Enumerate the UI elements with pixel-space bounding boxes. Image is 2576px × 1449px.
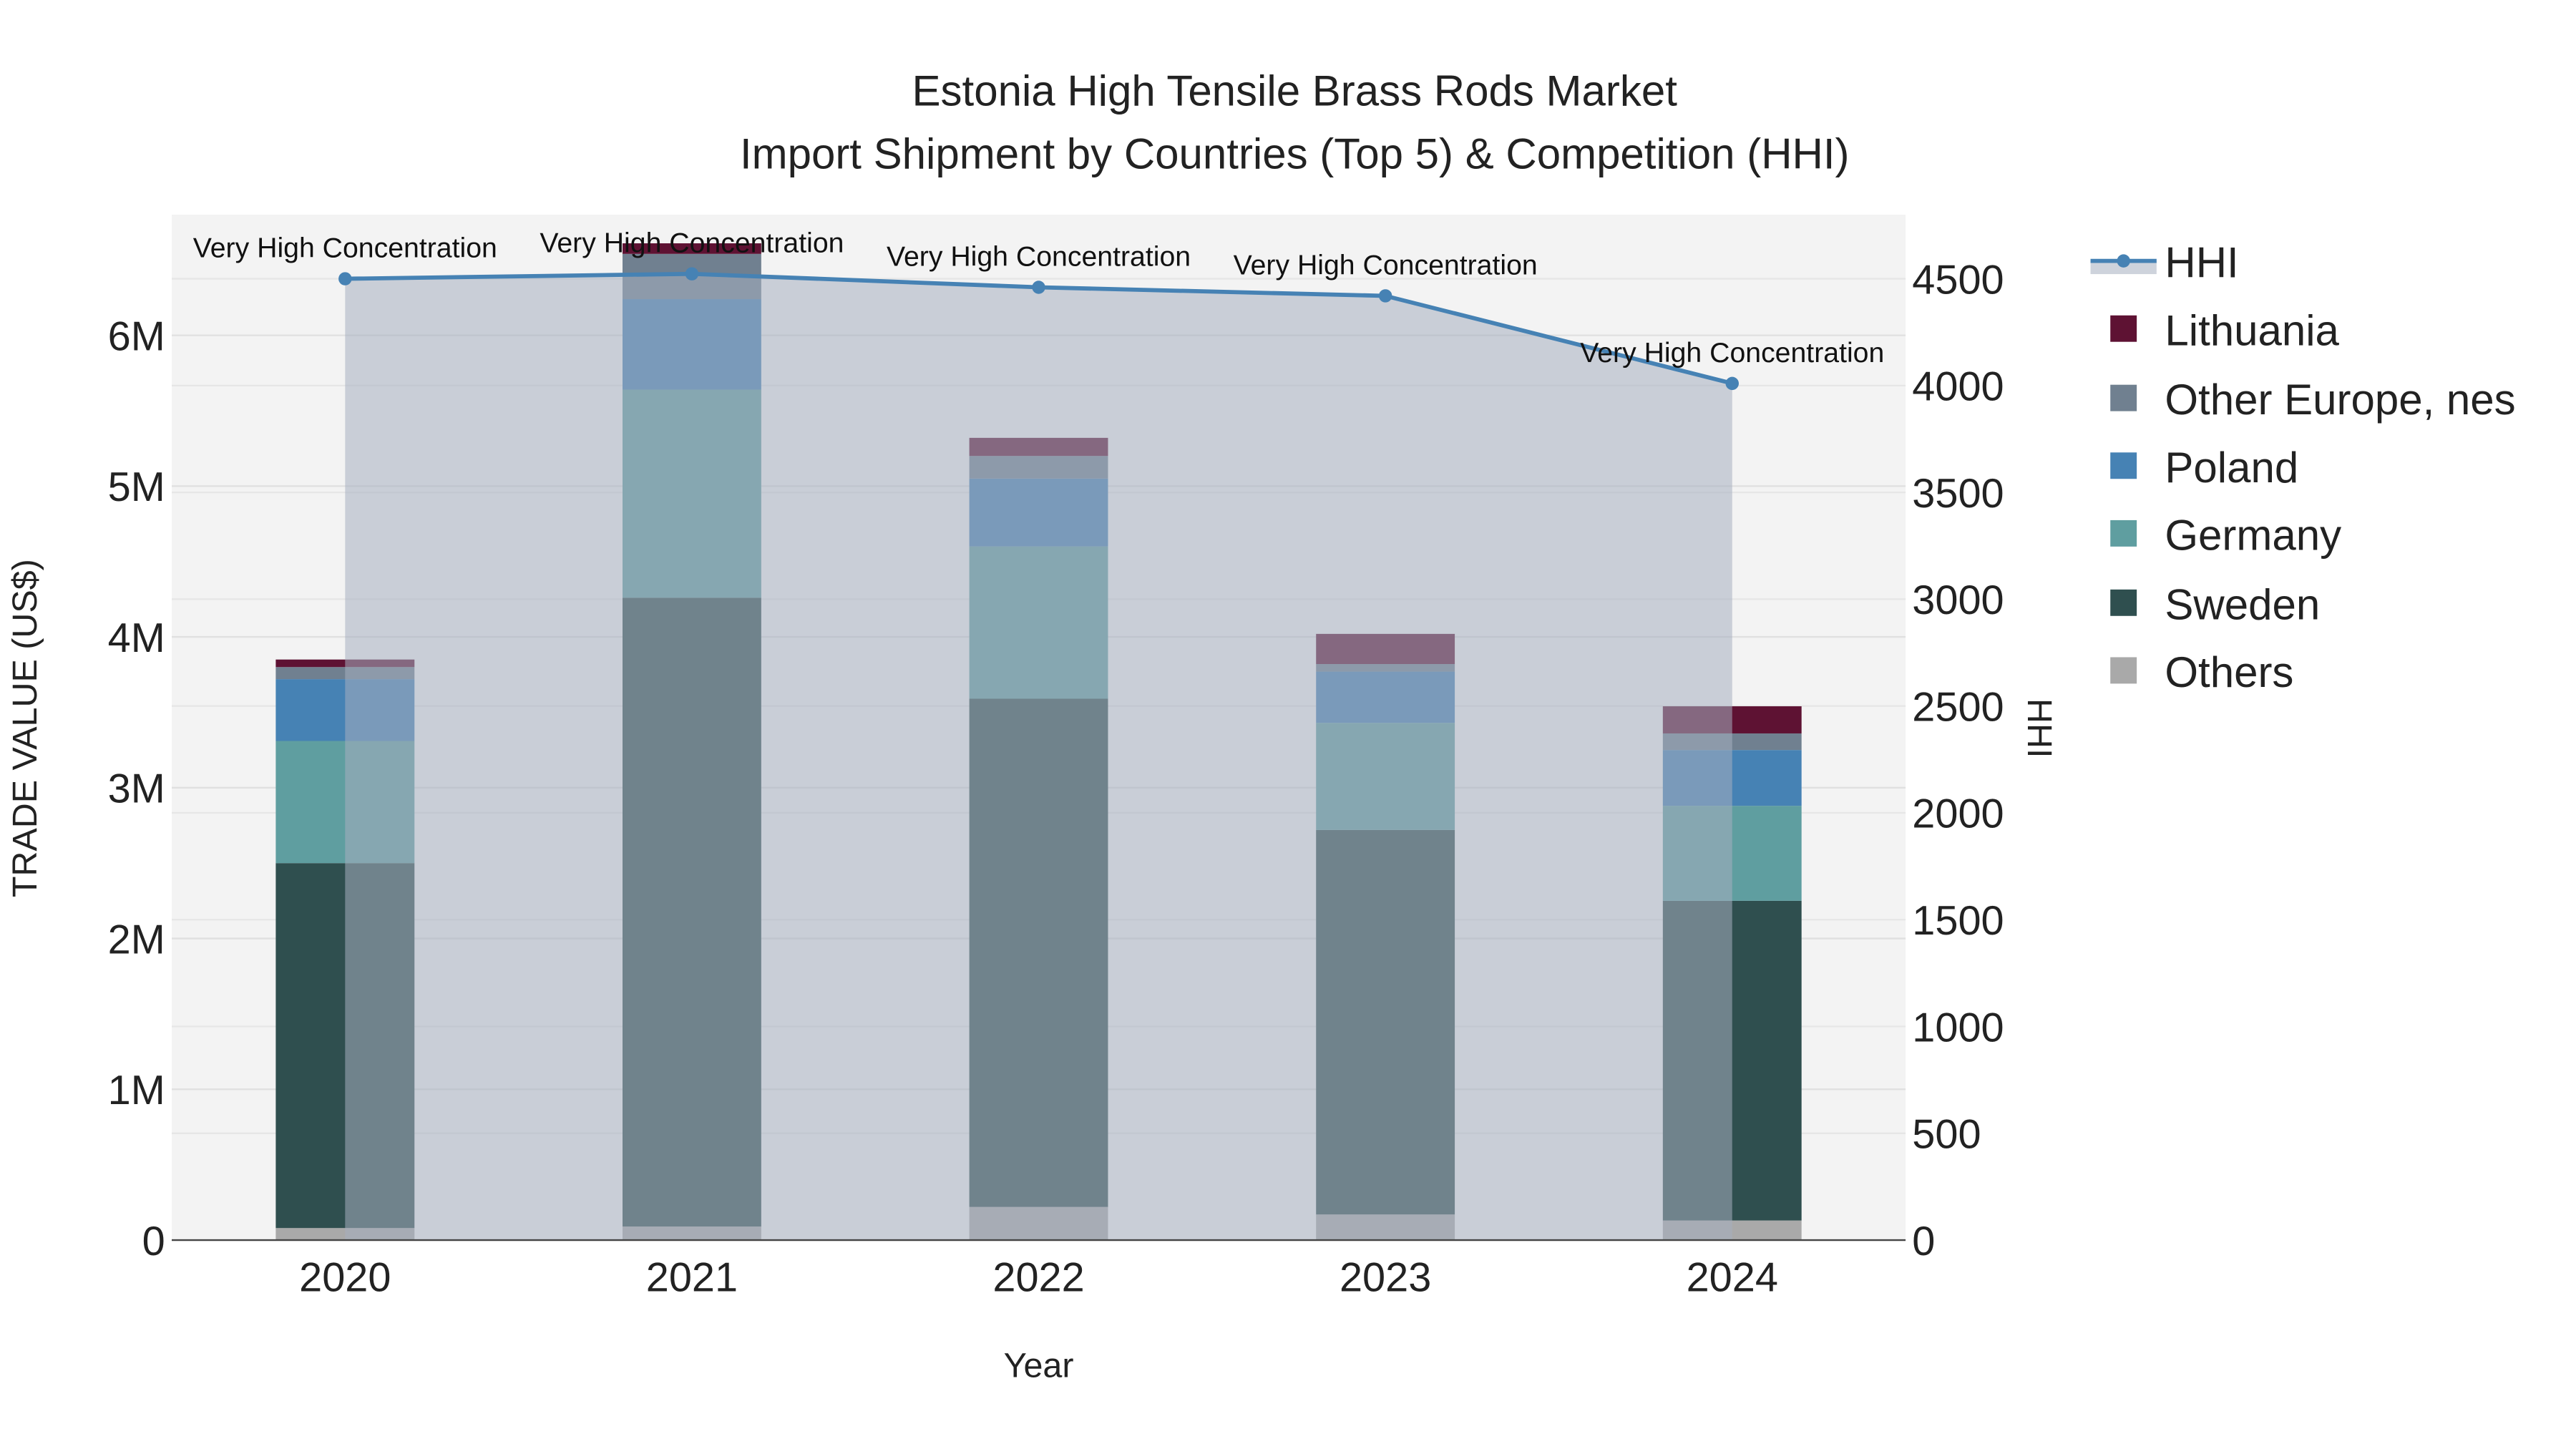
y-axis-title: TRADE VALUE (US$) (6, 559, 44, 897)
x-axis-title: Year (1004, 1347, 1074, 1385)
x-tick-label: 2021 (646, 1255, 738, 1301)
y-tick-label: 0 (142, 1219, 165, 1264)
hhi-point-2024 (1725, 376, 1739, 391)
hhi-annotation: Very High Concentration (193, 233, 497, 264)
hhi-point-2020 (338, 272, 352, 286)
hhi-point-2021 (685, 267, 699, 280)
x-tick-label: 2024 (1687, 1255, 1778, 1301)
legend-item-other-europe-nes: Other Europe, nes (2110, 376, 2516, 424)
y2-tick-label: 0 (1912, 1219, 1935, 1264)
legend-item-lithuania: Lithuania (2110, 306, 2340, 354)
legend-swatch (2110, 589, 2137, 616)
legend-swatch (2110, 384, 2137, 411)
hhi-layer: Very High Concentration Very High Concent… (193, 228, 1884, 1241)
x-tick-label: 2023 (1340, 1255, 1431, 1301)
y2-tick-label: 2000 (1912, 791, 2004, 837)
legend-label: Others (2165, 648, 2293, 696)
legend-swatch (2110, 519, 2137, 547)
y2-tick-label: 3500 (1912, 471, 2004, 517)
chart-subtitle: Import Shipment by Countries (Top 5) & C… (740, 130, 1850, 177)
y2-tick-label: 4500 (1912, 257, 2004, 303)
y2-tick-label: 1000 (1912, 1005, 2004, 1050)
legend-label: Germany (2165, 511, 2341, 559)
legend-swatch (2110, 657, 2137, 684)
y2-tick-label: 2500 (1912, 684, 2004, 730)
legend-item-sweden: Sweden (2110, 580, 2320, 628)
legend-item-others: Others (2110, 648, 2293, 696)
hhi-annotation: Very High Concentration (1234, 249, 1538, 280)
y2-tick-label: 3000 (1912, 577, 2004, 623)
legend-item-poland: Poland (2110, 444, 2298, 492)
legend-item-germany: Germany (2110, 511, 2341, 559)
x-tick-label: 2022 (992, 1255, 1084, 1301)
y2-axis-title: HHI (2020, 698, 2059, 758)
legend-label: Lithuania (2165, 306, 2339, 354)
hhi-annotation: Very High Concentration (887, 241, 1191, 273)
legend-swatch (2110, 452, 2137, 479)
y2-tick-label: 4000 (1912, 364, 2004, 410)
y-tick-label: 6M (108, 313, 165, 359)
hhi-point-2023 (1378, 289, 1392, 303)
chart: Very High Concentration Very High Concent… (6, 67, 2516, 1385)
legend-label: Sweden (2165, 580, 2320, 628)
y2-tick-label: 500 (1912, 1112, 1981, 1158)
y-tick-label: 5M (108, 464, 165, 510)
legend-swatch (2110, 315, 2137, 342)
legend: HHI Lithuania Other Europe, nes Poland Germa… (2090, 239, 2516, 696)
x-tick-label: 2020 (299, 1255, 391, 1301)
y-tick-label: 2M (108, 917, 165, 962)
chart-title: Estonia High Tensile Brass Rods Market (912, 67, 1678, 115)
hhi-area (345, 273, 1732, 1241)
y-tick-label: 1M (108, 1068, 165, 1113)
y-tick-label: 3M (108, 766, 165, 812)
legend-label: HHI (2165, 239, 2238, 287)
y2-tick-label: 1500 (1912, 898, 2004, 944)
hhi-annotation: Very High Concentration (1580, 337, 1884, 369)
legend-swatch-marker (2117, 254, 2130, 268)
legend-label: Poland (2165, 444, 2298, 492)
hhi-point-2022 (1032, 280, 1045, 294)
legend-item-hhi: HHI (2090, 239, 2239, 287)
legend-label: Other Europe, nes (2165, 376, 2515, 424)
y-tick-label: 4M (108, 615, 165, 661)
hhi-annotation: Very High Concentration (540, 228, 844, 259)
